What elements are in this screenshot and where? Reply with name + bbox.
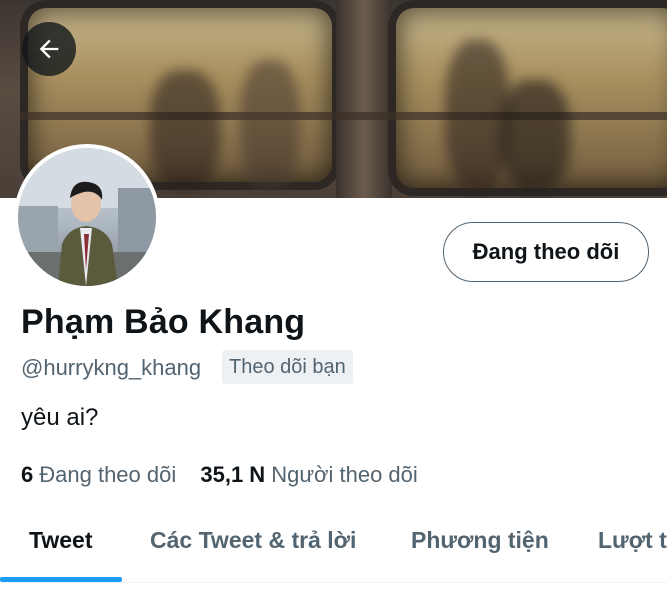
follows-you-badge: Theo dõi bạn: [222, 350, 353, 384]
tab-tweets[interactable]: Tweet: [29, 527, 92, 554]
banner-figure: [150, 70, 220, 190]
tab-tweets-and-replies[interactable]: Các Tweet & trả lời: [150, 527, 356, 554]
profile-name: Phạm Bảo Khang: [21, 303, 306, 341]
followers-stat[interactable]: 35,1 N Người theo dõi: [200, 462, 417, 488]
following-button[interactable]: Đang theo dõi: [443, 222, 649, 282]
followers-label: Người theo dõi: [271, 462, 418, 487]
back-button[interactable]: [22, 22, 76, 76]
avatar[interactable]: [14, 144, 160, 290]
tabs-divider: [0, 582, 667, 583]
arrow-left-icon: [39, 39, 59, 59]
following-button-label: Đang theo dõi: [472, 239, 620, 264]
tab-likes[interactable]: Lượt thích: [598, 527, 667, 554]
following-stat[interactable]: 6 Đang theo dõi: [21, 462, 176, 488]
profile-handle: @hurrykng_khang: [21, 355, 202, 380]
followers-count: 35,1 N: [200, 462, 266, 487]
following-label: Đang theo dõi: [39, 462, 177, 487]
tab-media[interactable]: Phương tiện: [411, 527, 549, 554]
banner-rail: [20, 112, 667, 120]
profile-stats: 6 Đang theo dõi 35,1 N Người theo dõi: [21, 462, 436, 488]
following-count: 6: [21, 462, 34, 487]
banner-figure: [500, 80, 570, 190]
banner-figure: [240, 60, 300, 190]
profile-tabs: Tweet Các Tweet & trả lời Phương tiện Lư…: [0, 515, 667, 585]
banner-pillar: [336, 0, 392, 198]
avatar-photo: [18, 148, 156, 286]
profile-bio: yêu ai?: [21, 404, 99, 431]
